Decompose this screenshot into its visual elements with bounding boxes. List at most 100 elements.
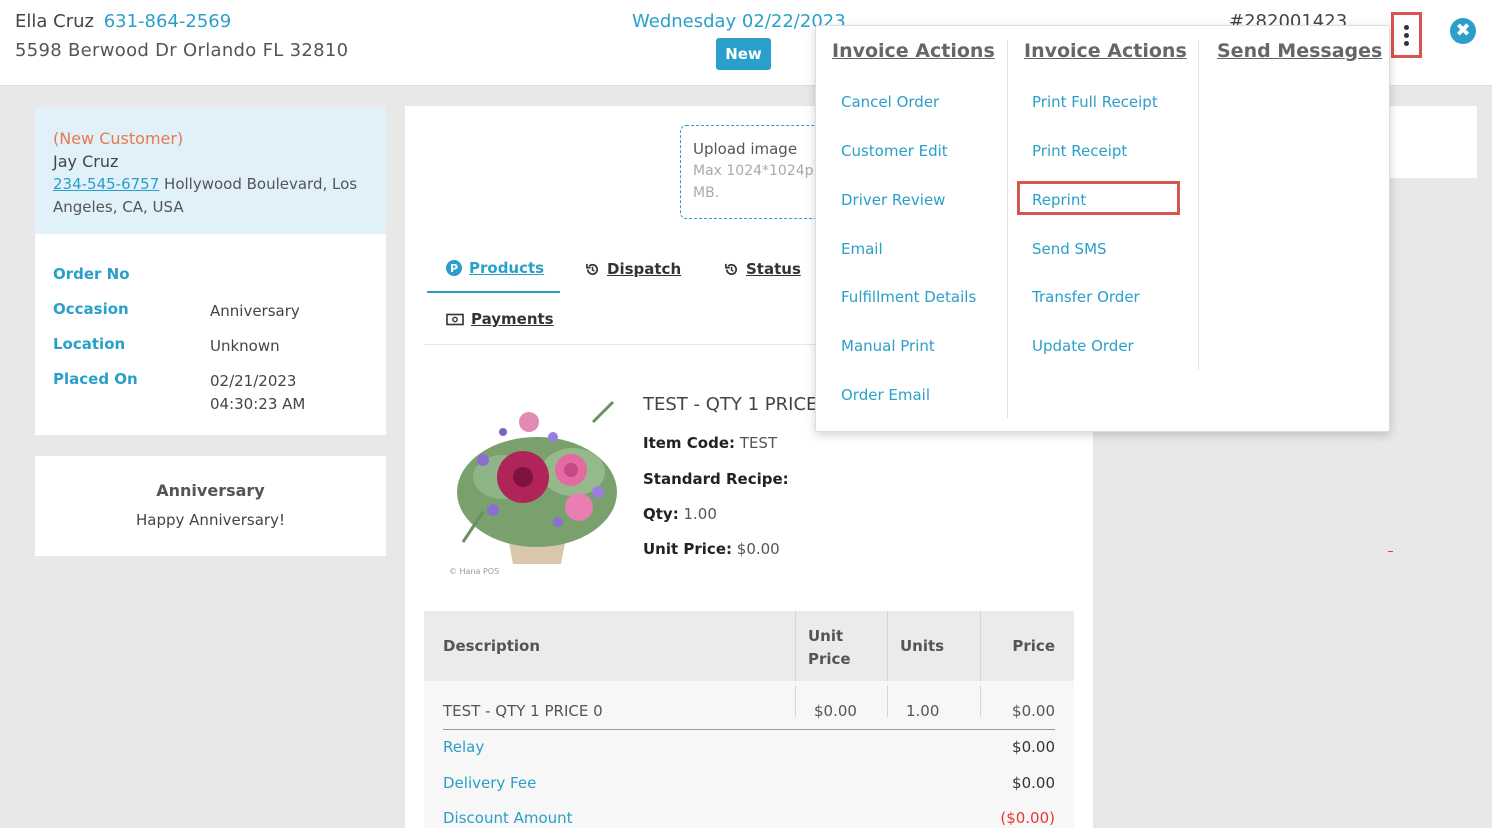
line-price: $0.00 bbox=[1012, 702, 1055, 720]
driver-review-item[interactable]: Driver Review bbox=[841, 191, 945, 209]
customer-name-line: Ella Cruz 631-864-2569 bbox=[15, 11, 231, 32]
col-unit-price-1: Unit bbox=[808, 627, 844, 645]
upload-hint-line-1: Max 1024*1024p bbox=[693, 163, 814, 179]
manual-print-item[interactable]: Manual Print bbox=[841, 337, 935, 355]
reprint-item[interactable]: Reprint bbox=[1032, 191, 1086, 209]
status-badge[interactable]: New bbox=[716, 38, 771, 70]
customer-edit-item[interactable]: Customer Edit bbox=[841, 142, 948, 160]
col-units: Units bbox=[900, 637, 945, 655]
kebab-dot-icon bbox=[1404, 40, 1409, 46]
print-full-receipt-item[interactable]: Print Full Receipt bbox=[1032, 93, 1158, 111]
column-divider bbox=[887, 611, 888, 681]
info-row-location: Location Unknown bbox=[53, 335, 280, 358]
side-panel-card bbox=[1385, 106, 1477, 178]
product-image: © Hana POS bbox=[443, 392, 631, 578]
info-label: Placed On bbox=[53, 370, 138, 388]
column-divider bbox=[980, 611, 981, 681]
info-row-order-no: Order No bbox=[53, 265, 210, 283]
column-divider bbox=[795, 611, 796, 681]
line-description: TEST - QTY 1 PRICE 0 bbox=[443, 702, 603, 720]
cancel-order-item[interactable]: Cancel Order bbox=[841, 93, 939, 111]
column-divider bbox=[887, 685, 888, 717]
item-code-value: TEST bbox=[739, 434, 778, 452]
customer-address: 5598 Berwood Dr Orlando FL 32810 bbox=[15, 40, 349, 61]
send-messages-heading: Send Messages bbox=[1217, 40, 1383, 62]
recipient-phone[interactable]: 234-545-6757 bbox=[53, 175, 159, 193]
address-line-2: Angeles, CA, USA bbox=[53, 198, 184, 216]
occasion-card: Anniversary Happy Anniversary! bbox=[35, 456, 386, 556]
line-unit-price: $0.00 bbox=[814, 702, 857, 720]
col-unit-price-2: Price bbox=[808, 650, 851, 668]
info-label: Occasion bbox=[53, 300, 129, 318]
unit-price-line: Unit Price: $0.00 bbox=[643, 540, 780, 558]
price-table: Description Unit Price Units Price TEST … bbox=[424, 611, 1074, 828]
tab-products[interactable]: P Products bbox=[446, 259, 544, 277]
col-unit-price: Unit Price bbox=[808, 625, 851, 671]
image-watermark: © Hana POS bbox=[449, 567, 499, 576]
tab-label: Status bbox=[746, 260, 801, 278]
kebab-dot-icon bbox=[1404, 24, 1409, 30]
print-receipt-item[interactable]: Print Receipt bbox=[1032, 142, 1127, 160]
info-value: 02/21/2023 04:30:23 AM bbox=[210, 370, 305, 416]
upload-hint: Max 1024*1024p MB. bbox=[693, 160, 827, 204]
line-units: 1.00 bbox=[906, 702, 940, 720]
tab-label: Products bbox=[469, 259, 545, 277]
p-circle-icon: P bbox=[446, 260, 462, 276]
tab-label: Payments bbox=[471, 310, 554, 328]
customer-phone[interactable]: 631-864-2569 bbox=[104, 11, 232, 32]
relay-label[interactable]: Relay bbox=[443, 738, 484, 756]
item-code-label: Item Code: bbox=[643, 434, 735, 452]
info-row-occasion: Occasion Anniversary bbox=[53, 300, 300, 323]
invoice-actions-heading-2: Invoice Actions bbox=[1024, 40, 1187, 62]
col-description: Description bbox=[443, 637, 541, 655]
send-sms-item[interactable]: Send SMS bbox=[1032, 240, 1107, 258]
order-email-item[interactable]: Order Email bbox=[841, 386, 930, 404]
email-item[interactable]: Email bbox=[841, 240, 883, 258]
discount-value: ($0.00) bbox=[1000, 809, 1055, 827]
qty-line: Qty: 1.00 bbox=[643, 505, 717, 523]
table-body: TEST - QTY 1 PRICE 0 $0.00 1.00 $0.00 Re… bbox=[424, 681, 1074, 828]
customer-card: (New Customer) Jay Cruz 234-545-6757 Hol… bbox=[35, 107, 386, 435]
tab-dispatch[interactable]: Dispatch bbox=[585, 260, 681, 278]
relay-value: $0.00 bbox=[1012, 738, 1055, 756]
history-icon bbox=[585, 262, 600, 277]
info-label: Order No bbox=[53, 265, 130, 283]
info-label: Location bbox=[53, 335, 126, 353]
qty-value: 1.00 bbox=[683, 505, 717, 523]
discount-label[interactable]: Discount Amount bbox=[443, 809, 573, 827]
money-icon bbox=[446, 313, 464, 326]
occasion-title: Anniversary bbox=[156, 481, 265, 500]
upload-hint-line-2: MB. bbox=[693, 185, 720, 201]
unit-price-value: $0.00 bbox=[736, 540, 780, 558]
tab-status[interactable]: Status bbox=[724, 260, 801, 278]
delivery-fee-value: $0.00 bbox=[1012, 774, 1055, 792]
actions-dropdown: Invoice Actions Invoice Actions Send Mes… bbox=[815, 25, 1390, 432]
placed-time: 04:30:23 AM bbox=[210, 395, 306, 413]
placed-date: 02/21/2023 bbox=[210, 372, 297, 390]
card-message: Happy Anniversary! bbox=[136, 511, 285, 529]
recipient-name: Jay Cruz bbox=[53, 152, 119, 171]
close-icon[interactable]: ✖ bbox=[1450, 18, 1476, 44]
invoice-actions-heading-1: Invoice Actions bbox=[832, 40, 995, 62]
update-order-item[interactable]: Update Order bbox=[1032, 337, 1134, 355]
tab-label: Dispatch bbox=[607, 260, 682, 278]
history-icon bbox=[724, 262, 739, 277]
new-customer-label: (New Customer) bbox=[53, 129, 184, 148]
info-value: Anniversary bbox=[210, 302, 300, 320]
delivery-fee-label[interactable]: Delivery Fee bbox=[443, 774, 536, 792]
customer-name: Ella Cruz bbox=[15, 11, 94, 32]
column-divider bbox=[980, 685, 981, 717]
upload-title: Upload image bbox=[693, 140, 798, 158]
address-line-1: Hollywood Boulevard, Los bbox=[159, 175, 358, 193]
tab-payments[interactable]: Payments bbox=[446, 310, 554, 328]
kebab-dot-icon bbox=[1404, 32, 1409, 38]
info-value: Unknown bbox=[210, 337, 280, 355]
active-tab-indicator bbox=[427, 291, 560, 293]
col-price: Price bbox=[1012, 637, 1055, 655]
more-options-button[interactable] bbox=[1391, 12, 1422, 58]
qty-label: Qty: bbox=[643, 505, 679, 523]
fulfillment-details-item[interactable]: Fulfillment Details bbox=[841, 288, 976, 306]
table-header: Description Unit Price Units Price bbox=[424, 611, 1074, 681]
table-divider bbox=[443, 729, 1055, 730]
transfer-order-item[interactable]: Transfer Order bbox=[1032, 288, 1140, 306]
